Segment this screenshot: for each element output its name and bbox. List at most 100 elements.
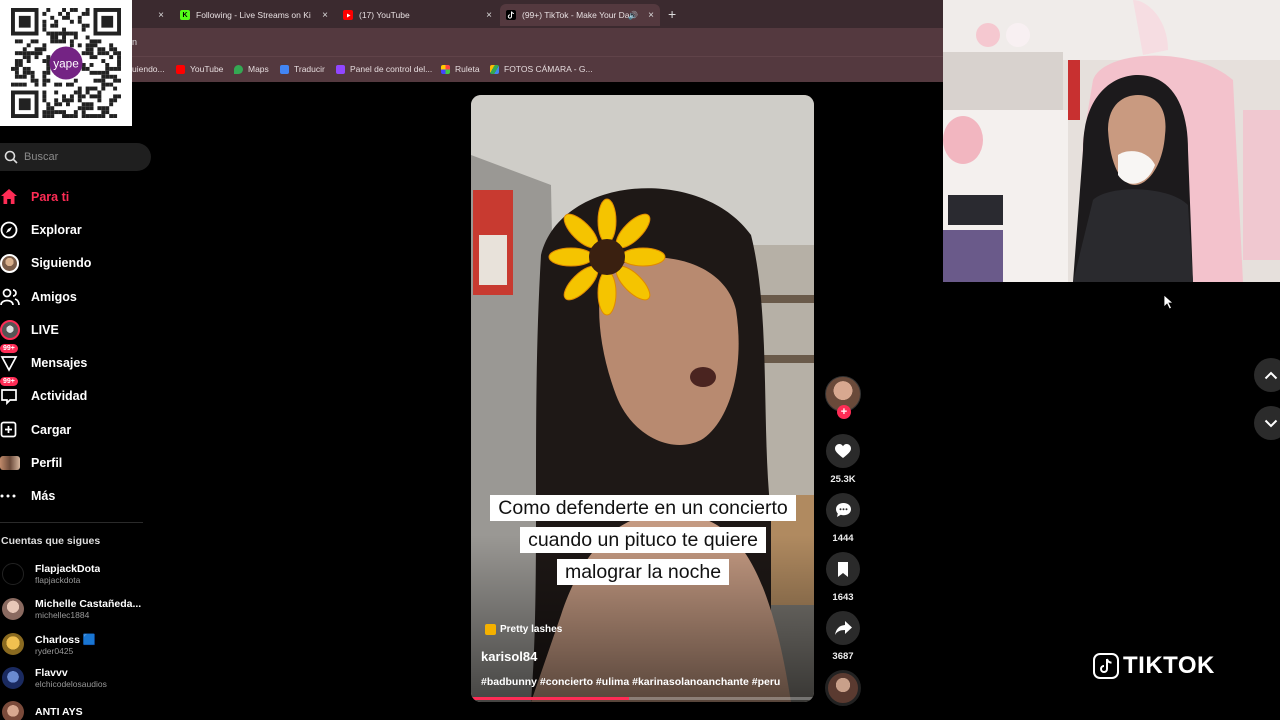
search-icon: [2, 148, 20, 166]
nav-label: Mensajes: [31, 356, 88, 371]
tab-close-button[interactable]: ×: [150, 4, 164, 26]
share-button[interactable]: [826, 611, 860, 645]
nav-label: Perfil: [31, 456, 63, 471]
more-icon: [0, 485, 22, 507]
share-icon: [834, 620, 852, 635]
nav-item-siguiendo[interactable]: Siguiendo: [0, 247, 160, 280]
bookmark-label: Panel de control del...: [350, 64, 433, 74]
comment-icon: [835, 503, 851, 517]
save-button[interactable]: [826, 552, 860, 586]
account-name: ANTI AYS: [35, 706, 83, 718]
tab-tiktok[interactable]: (99+) TikTok - Make Your Da 🔊 ×: [500, 4, 660, 26]
tiktok-icon: [506, 10, 516, 20]
effect-label-text: Pretty lashes: [500, 624, 563, 635]
nav-label: Actividad: [31, 389, 88, 404]
home-icon: [0, 186, 22, 208]
effect-icon: [485, 624, 496, 635]
close-icon[interactable]: ×: [486, 10, 492, 21]
bookmark-label: Ruleta: [455, 64, 480, 74]
video-username[interactable]: karisol84: [481, 649, 537, 664]
chevron-up-icon: [1264, 371, 1278, 379]
like-button[interactable]: [826, 434, 860, 468]
previous-video-button[interactable]: [1254, 358, 1280, 392]
tab-kick[interactable]: K Following - Live Streams on Ki ×: [176, 4, 328, 26]
nav-item-para-ti[interactable]: Para ti: [0, 180, 160, 213]
translate-icon: [280, 64, 289, 74]
tiktok-logo-icon: [1093, 653, 1119, 679]
compass-icon: [0, 219, 22, 241]
caption-text: Como defenderte en un concierto cuando u…: [490, 495, 796, 585]
followed-account[interactable]: ANTI AYS: [0, 696, 160, 720]
follow-plus-icon[interactable]: +: [837, 405, 851, 419]
account-name: Charloss 🟦: [35, 633, 96, 646]
address-bar[interactable]: n: [0, 28, 943, 56]
video-hashtags[interactable]: #badbunny #concierto #ulima #karinasolan…: [481, 676, 780, 688]
bookmark-translate[interactable]: Traducir: [280, 64, 325, 74]
bookmark-item[interactable]: uiendo...: [132, 64, 165, 74]
bookmark-twitch-panel[interactable]: Panel de control del...: [336, 64, 432, 74]
nav-item-actividad[interactable]: 99+ Actividad: [0, 377, 160, 413]
video-player[interactable]: Como defenderte en un concierto cuando u…: [471, 95, 814, 702]
account-handle: elchicodelosaudios: [35, 679, 107, 689]
nav-item-mensajes[interactable]: 99+ Mensajes: [0, 344, 160, 379]
search-bar[interactable]: [0, 143, 151, 171]
tab-title: Following - Live Streams on Ki: [196, 10, 311, 20]
drive-icon: [490, 64, 499, 74]
comment-button[interactable]: [826, 493, 860, 527]
bookmark-drive[interactable]: FOTOS CÁMARA - G...: [490, 64, 593, 74]
video-effect-label[interactable]: Pretty lashes: [485, 624, 562, 635]
video-frame: [471, 95, 814, 702]
close-icon[interactable]: ×: [648, 10, 654, 21]
address-text: n: [132, 37, 138, 47]
nav-label: Para ti: [31, 189, 70, 204]
followed-account[interactable]: Charloss 🟦 ryder0425: [0, 628, 160, 660]
browser-tab-bar: × K Following - Live Streams on Ki × (17…: [0, 0, 943, 28]
video-caption: Como defenderte en un concierto cuando u…: [489, 492, 797, 588]
yape-qr-code: yape: [0, 0, 132, 126]
avatar: [2, 701, 24, 720]
search-input[interactable]: [24, 151, 134, 163]
next-video-button[interactable]: [1254, 406, 1280, 440]
sidebar-nav: Para ti Explorar Siguiendo Amigos LIVE 9…: [0, 180, 160, 513]
sound-disc-icon[interactable]: [825, 670, 861, 706]
youtube-icon: [176, 64, 185, 74]
bookmark-maps[interactable]: Maps: [234, 64, 269, 74]
tiktok-logo-text: TIKTOK: [1123, 652, 1215, 679]
nav-item-explorar[interactable]: Explorar: [0, 213, 160, 246]
nav-label: Explorar: [31, 222, 82, 237]
followed-account[interactable]: Michelle Castañeda... michellec1884: [0, 593, 160, 625]
webcam-image: [943, 0, 1280, 282]
close-icon[interactable]: ×: [322, 10, 328, 21]
bookmark-label: Traducir: [294, 64, 325, 74]
activity-icon: 99+: [0, 377, 22, 407]
nav-item-mas[interactable]: Más: [0, 480, 160, 513]
nav-item-live[interactable]: LIVE: [0, 313, 160, 346]
bookmark-label: FOTOS CÁMARA - G...: [504, 64, 593, 74]
chevron-down-icon: [1264, 419, 1278, 427]
account-handle: michellec1884: [35, 610, 90, 620]
share-count: 3687: [832, 651, 854, 662]
upload-icon: [0, 419, 22, 441]
bookmark-ruleta[interactable]: Ruleta: [441, 64, 480, 74]
nav-label: Cargar: [31, 422, 72, 437]
nav-item-cargar[interactable]: Cargar: [0, 413, 160, 446]
tab-youtube[interactable]: (17) YouTube ×: [339, 4, 492, 26]
webcam-overlay: [943, 0, 1280, 282]
new-tab-button[interactable]: +: [668, 6, 676, 22]
twitch-icon: [336, 64, 345, 74]
followed-account[interactable]: Flavvv elchicodelosaudios: [0, 662, 160, 694]
progress-fill: [471, 697, 629, 700]
bookmark-label: YouTube: [190, 64, 224, 74]
followed-account[interactable]: FlapjackDota flapjackdota: [0, 558, 160, 590]
like-count: 25.3K: [830, 474, 856, 485]
video-progress-bar[interactable]: [471, 697, 814, 700]
audio-icon[interactable]: 🔊: [628, 11, 638, 20]
screen: { "browser": { "tabs": [ {"title": "Foll…: [0, 0, 1280, 720]
bookmark-youtube[interactable]: YouTube: [176, 64, 223, 74]
mouse-cursor-icon: [1163, 294, 1175, 315]
nav-item-perfil[interactable]: Perfil: [0, 446, 160, 479]
avatar: [2, 598, 24, 620]
youtube-icon: [343, 10, 353, 20]
account-handle: ryder0425: [35, 645, 74, 656]
nav-item-amigos[interactable]: Amigos: [0, 280, 160, 313]
